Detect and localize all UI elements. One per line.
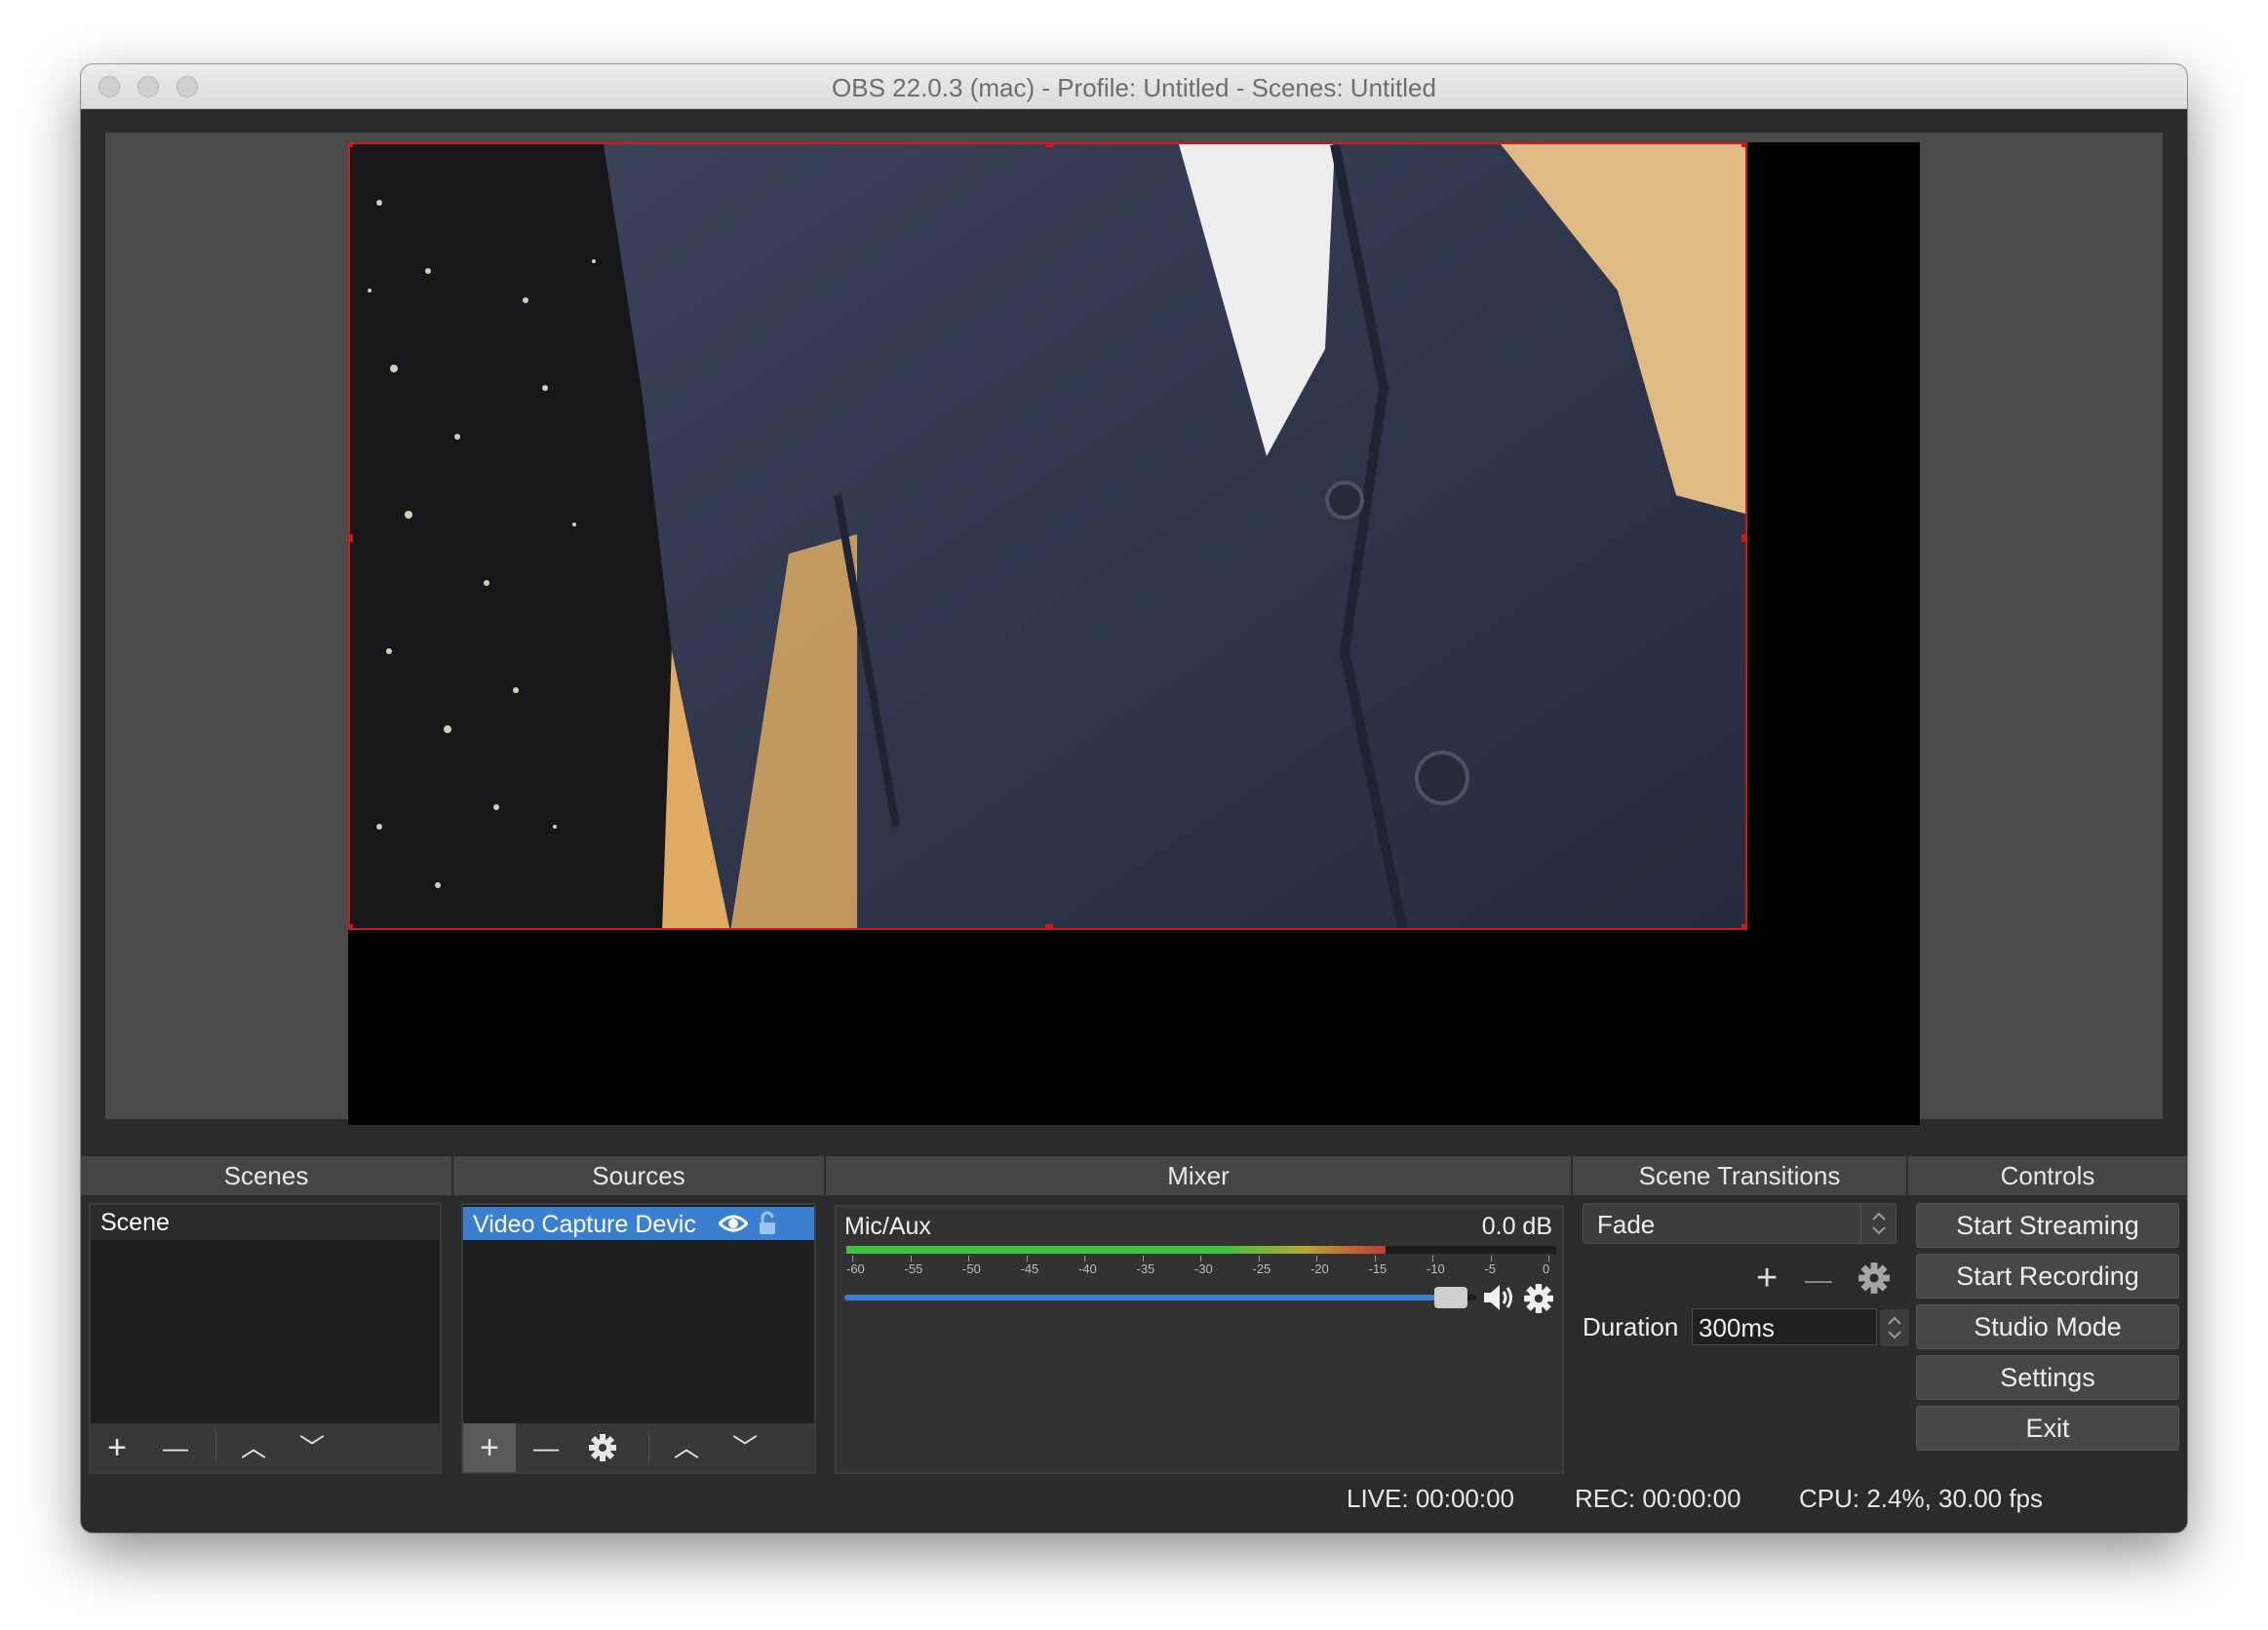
scenes-toolbar: + — ︿ ﹀ <box>91 1423 440 1472</box>
toolbar-separator <box>648 1431 649 1464</box>
title-bar[interactable]: OBS 22.0.3 (mac) - Profile: Untitled - S… <box>81 64 2187 109</box>
transition-properties-button[interactable] <box>1857 1261 1891 1295</box>
remove-source-button[interactable]: — <box>520 1423 572 1472</box>
move-scene-down-button[interactable]: ﹀ <box>286 1423 338 1472</box>
webcam-frame-image <box>350 144 1745 928</box>
select-stepper-icon <box>1860 1204 1896 1243</box>
scene-list-item[interactable]: Scene <box>91 1205 440 1240</box>
volume-slider-fill <box>844 1295 1452 1300</box>
meter-scale-label: -20 <box>1310 1261 1329 1276</box>
source-properties-button[interactable] <box>576 1423 629 1472</box>
mixer-dock-title[interactable]: Mixer <box>826 1156 1573 1195</box>
cpu-status: CPU: 2.4%, 30.00 fps <box>1799 1484 2044 1513</box>
volume-slider[interactable] <box>844 1287 1476 1308</box>
resize-handle-r[interactable] <box>1741 534 1745 542</box>
source-list-item[interactable]: Video Capture Devic <box>463 1207 814 1240</box>
resize-handle-tl[interactable] <box>350 144 353 147</box>
source-item-label: Video Capture Devic <box>473 1211 696 1238</box>
meter-scale-label: -40 <box>1078 1261 1097 1276</box>
meter-scale-label: -5 <box>1484 1261 1497 1276</box>
chevron-up-icon: ︿ <box>673 1433 699 1462</box>
transition-select[interactable]: Fade <box>1583 1203 1897 1244</box>
live-status: LIVE: 00:00:00 <box>1347 1484 1515 1513</box>
start-streaming-button[interactable]: Start Streaming <box>1916 1203 2179 1248</box>
meter-scale-label: -45 <box>1020 1261 1039 1276</box>
audio-level-fill <box>846 1246 1387 1254</box>
add-scene-button[interactable]: + <box>91 1423 143 1472</box>
plus-icon: + <box>1756 1258 1779 1299</box>
window-title: OBS 22.0.3 (mac) - Profile: Untitled - S… <box>832 73 1436 102</box>
remove-transition-button[interactable]: — <box>1805 1263 1832 1297</box>
preview-area[interactable] <box>105 133 2163 1125</box>
minus-icon: — <box>533 1433 559 1462</box>
plus-icon: + <box>480 1429 499 1466</box>
duration-stepper-icon[interactable] <box>1880 1309 1909 1346</box>
resize-handle-tr[interactable] <box>1741 144 1745 147</box>
transition-select-value: Fade <box>1597 1210 1656 1239</box>
move-scene-up-button[interactable]: ︿ <box>227 1423 280 1472</box>
sources-dock-title[interactable]: Sources <box>453 1156 826 1195</box>
resize-handle-br[interactable] <box>1741 924 1745 928</box>
meter-scale-label: -50 <box>962 1261 981 1276</box>
mixer-panel: Mic/Aux 0.0 dB -60 -55 -50 -45 -40 -35 -30 -25-… <box>835 1205 1564 1474</box>
resize-handle-t[interactable] <box>1045 144 1053 147</box>
audio-level-meter <box>846 1246 1556 1254</box>
meter-scale-label: -10 <box>1427 1261 1445 1276</box>
rec-status: REC: 00:00:00 <box>1575 1484 1741 1513</box>
duration-label: Duration <box>1583 1312 1679 1341</box>
controls-dock-title[interactable]: Controls <box>1908 1156 2187 1195</box>
dock-headers: Scenes Sources Mixer Scene Transitions C… <box>81 1156 2187 1195</box>
add-source-button[interactable]: + <box>463 1423 516 1472</box>
eye-visibility-icon[interactable] <box>719 1214 748 1233</box>
move-source-up-button[interactable]: ︿ <box>660 1423 713 1472</box>
video-capture-preview[interactable] <box>348 142 1747 930</box>
mixer-level-db: 0.0 dB <box>1481 1213 1552 1240</box>
scenes-panel: Scene + — ︿ ﹀ <box>89 1203 442 1474</box>
remove-scene-button[interactable]: — <box>149 1423 202 1472</box>
resize-handle-l[interactable] <box>350 534 353 542</box>
plus-icon: + <box>107 1429 127 1466</box>
mixer-channel-name: Mic/Aux <box>844 1213 931 1240</box>
gear-icon[interactable] <box>1523 1283 1554 1314</box>
minus-icon: — <box>1805 1264 1832 1295</box>
resize-handle-bl[interactable] <box>350 924 353 928</box>
exit-button[interactable]: Exit <box>1916 1406 2179 1451</box>
settings-button[interactable]: Settings <box>1916 1355 2179 1400</box>
duration-input[interactable]: 300ms <box>1692 1308 1909 1346</box>
meter-scale-label: 0 <box>1543 1261 1550 1276</box>
meter-scale-label: -25 <box>1252 1261 1271 1276</box>
toolbar-separator <box>215 1431 216 1464</box>
move-source-down-button[interactable]: ﹀ <box>719 1423 771 1472</box>
sources-toolbar: + — ︿ ﹀ <box>463 1423 814 1472</box>
duration-value: 300ms <box>1699 1313 1776 1342</box>
studio-mode-button[interactable]: Studio Mode <box>1916 1304 2179 1349</box>
meter-scale: -60 -55 -50 -45 -40 -35 -30 -25 -20 -15 -10 -5 0 <box>846 1256 1556 1279</box>
chevron-up-icon: ︿ <box>240 1433 266 1462</box>
chevron-down-icon: ﹀ <box>298 1433 325 1462</box>
chevron-down-icon: ﹀ <box>731 1433 758 1462</box>
transitions-dock-title[interactable]: Scene Transitions <box>1573 1156 1908 1195</box>
minus-icon: — <box>163 1433 188 1462</box>
sources-panel: Video Capture Devic + — ︿ ﹀ <box>461 1203 816 1474</box>
output-canvas[interactable] <box>348 142 1920 1125</box>
speaker-mute-icon[interactable] <box>1482 1283 1515 1312</box>
lock-icon[interactable] <box>758 1211 777 1236</box>
meter-scale-label: -55 <box>904 1261 923 1276</box>
scenes-dock-title[interactable]: Scenes <box>81 1156 453 1195</box>
add-transition-button[interactable]: + <box>1756 1260 1778 1297</box>
scene-item-label: Scene <box>100 1209 170 1236</box>
start-recording-button[interactable]: Start Recording <box>1916 1254 2179 1299</box>
obs-window: OBS 22.0.3 (mac) - Profile: Untitled - S… <box>81 64 2187 1533</box>
volume-slider-thumb[interactable] <box>1434 1287 1468 1308</box>
resize-handle-b[interactable] <box>1045 924 1053 928</box>
meter-scale-label: -60 <box>846 1261 865 1276</box>
meter-scale-label: -15 <box>1368 1261 1388 1276</box>
chevron-up-down-icon <box>1872 1212 1886 1235</box>
gear-icon <box>589 1434 616 1461</box>
meter-scale-label: -30 <box>1194 1261 1213 1276</box>
meter-scale-label: -35 <box>1136 1261 1155 1276</box>
